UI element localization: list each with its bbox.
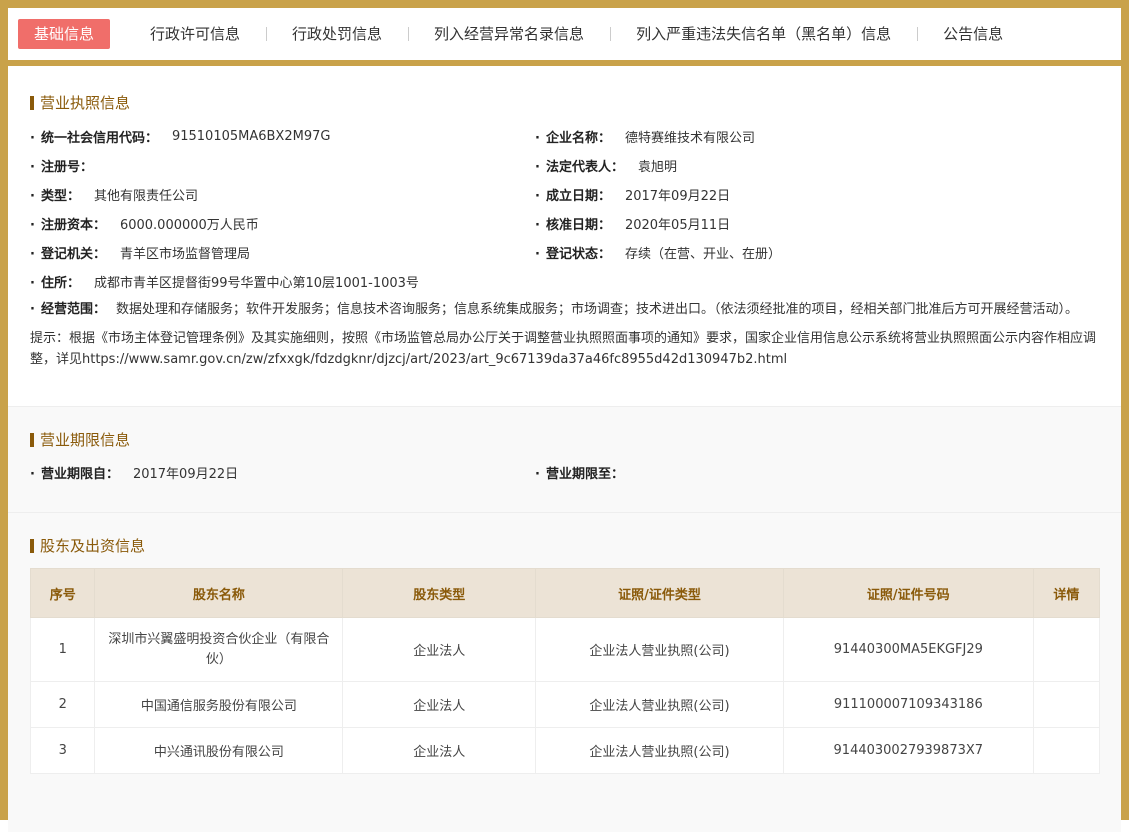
col-header-cert-type: 证照/证件类型 (535, 568, 784, 618)
shareholders-section: 股东及出资信息 序号 股东名称 股东类型 证照/证件类型 证照/证件号码 详情 … (8, 512, 1121, 832)
field-established-date: 成立日期：2017年09月22日 (535, 180, 1099, 209)
shareholders-section-title: 股东及出资信息 (30, 535, 1099, 556)
tab-basic-info[interactable]: 基础信息 (18, 19, 111, 49)
tab-admin-penalty[interactable]: 行政处罚信息 (266, 19, 408, 49)
field-term-to: 营业期限至： (535, 458, 1099, 487)
field-type: 类型：其他有限责任公司 (30, 180, 535, 209)
field-legal-rep: 法定代表人：袁旭明 (535, 151, 1099, 180)
main-frame: 基础信息 行政许可信息 行政处罚信息 列入经营异常名录信息 列入严重违法失信名单… (0, 0, 1129, 832)
license-section-title: 营业执照信息 (30, 92, 1099, 113)
tab-blacklist[interactable]: 列入严重违法失信名单（黑名单）信息 (610, 19, 917, 49)
field-approval-date: 核准日期：2020年05月11日 (535, 209, 1099, 238)
tab-bar: 基础信息 行政许可信息 行政处罚信息 列入经营异常名录信息 列入严重违法失信名单… (8, 8, 1121, 66)
term-section: 营业期限信息 营业期限自：2017年09月22日 营业期限至： (8, 406, 1121, 512)
col-header-type: 股东类型 (342, 568, 537, 618)
section-marker-icon (30, 432, 34, 447)
tab-announcement[interactable]: 公告信息 (917, 19, 1029, 49)
detail-cell[interactable] (1032, 681, 1101, 728)
detail-cell[interactable] (1032, 727, 1101, 774)
col-header-name: 股东名称 (94, 568, 344, 618)
field-reg-authority: 登记机关：青羊区市场监督管理局 (30, 238, 535, 267)
tab-abnormal-list[interactable]: 列入经营异常名录信息 (408, 19, 610, 49)
shareholders-title-text: 股东及出资信息 (40, 537, 146, 555)
detail-cell[interactable] (1032, 617, 1101, 682)
license-section: 营业执照信息 统一社会信用代码：91510105MA6BX2M97G 企业名称：… (8, 66, 1121, 406)
col-header-detail: 详情 (1032, 568, 1101, 618)
field-company-name: 企业名称：德特赛维技术有限公司 (535, 122, 1099, 151)
field-reg-status: 登记状态：存续（在营、开业、在册） (535, 238, 1099, 267)
section-marker-icon (30, 95, 34, 110)
adjustment-notice: 提示：根据《市场主体登记管理条例》及其实施细则，按照《市场监管总局办公厅关于调整… (30, 331, 1097, 367)
shareholders-table: 序号 股东名称 股东类型 证照/证件类型 证照/证件号码 详情 1 深圳市兴翼盛… (29, 568, 1101, 774)
field-term-from: 营业期限自：2017年09月22日 (30, 458, 535, 487)
field-reg-number: 注册号： (30, 151, 535, 180)
col-header-cert-number: 证照/证件号码 (782, 568, 1034, 618)
section-marker-icon (30, 538, 34, 553)
term-section-title: 营业期限信息 (30, 429, 1099, 450)
field-address: 住所：成都市青羊区提督街99号华置中心第10层1001-1003号 (30, 267, 1099, 296)
term-fields: 营业期限自：2017年09月22日 营业期限至： (30, 458, 1099, 487)
field-reg-capital: 注册资本：6000.000000万人民币 (30, 209, 535, 238)
table-row: 1 深圳市兴翼盛明投资合伙企业（有限合伙） 企业法人 企业法人营业执照(公司) … (29, 617, 1101, 682)
table-header-row: 序号 股东名称 股东类型 证照/证件类型 证照/证件号码 详情 (29, 568, 1101, 618)
license-fields: 统一社会信用代码：91510105MA6BX2M97G 企业名称：德特赛维技术有… (30, 122, 1099, 267)
table-row: 2 中国通信服务股份有限公司 企业法人 企业法人营业执照(公司) 9111000… (29, 681, 1101, 728)
term-title-text: 营业期限信息 (40, 431, 131, 449)
col-header-index: 序号 (29, 568, 96, 618)
field-business-scope: 经营范围：数据处理和存储服务；软件开发服务；信息技术咨询服务；信息系统集成服务；… (30, 298, 1099, 322)
field-credit-code: 统一社会信用代码：91510105MA6BX2M97G (30, 122, 535, 151)
tab-admin-license[interactable]: 行政许可信息 (124, 19, 266, 49)
license-title-text: 营业执照信息 (40, 94, 131, 112)
table-row: 3 中兴通讯股份有限公司 企业法人 企业法人营业执照(公司) 914403002… (29, 727, 1101, 774)
